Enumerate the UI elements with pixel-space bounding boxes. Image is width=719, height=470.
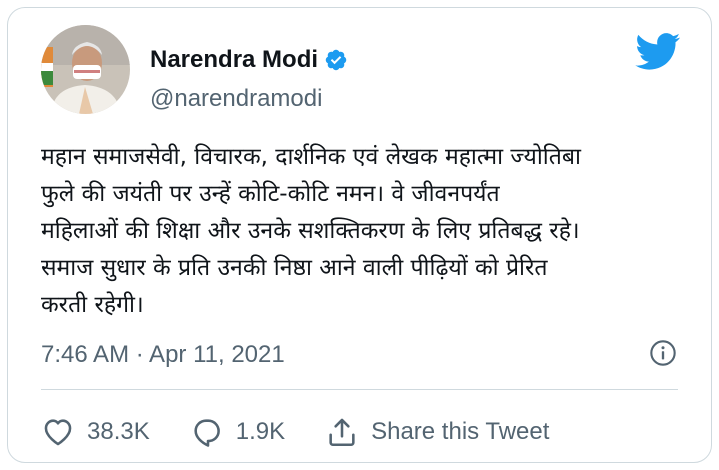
like-count: 38.3K: [87, 418, 150, 445]
verified-badge-icon: [325, 49, 347, 71]
share-label: Share this Tweet: [371, 418, 550, 445]
info-icon[interactable]: [649, 339, 677, 367]
tweet-text-line: महिलाओं की शिक्षा और उनके सशक्तिकरण के ल…: [41, 218, 580, 244]
tweet-text-line: फुले की जयंती पर उन्हें कोटि-कोटि नमन। व…: [41, 181, 500, 207]
tweet-text-line: करती रहेगी।: [41, 292, 144, 318]
reply-count: 1.9K: [235, 418, 286, 445]
like-button[interactable]: 38.3K: [41, 415, 150, 449]
avatar[interactable]: [41, 25, 130, 114]
heart-icon: [44, 419, 72, 446]
tweet-card[interactable]: Narendra Modi @narendramodi महान समाजसेव…: [7, 7, 712, 463]
action-bar: 38.3K 1.9K Share this Tweet: [41, 412, 549, 452]
author-handle[interactable]: @narendramodi: [150, 85, 322, 113]
reply-button[interactable]: 1.9K: [190, 415, 285, 449]
share-button[interactable]: Share this Tweet: [325, 415, 549, 449]
tweet-text: महान समाजसेवी, विचारक, दार्शनिक एवं लेखक…: [41, 139, 681, 324]
tweet-timestamp[interactable]: 7:46 AM · Apr 11, 2021: [41, 341, 285, 369]
divider: [41, 389, 678, 390]
twitter-bird-icon[interactable]: [635, 33, 681, 71]
author-name-row[interactable]: Narendra Modi: [150, 46, 348, 74]
speech-bubble-icon: [194, 419, 220, 447]
author-name[interactable]: Narendra Modi: [150, 46, 318, 74]
tweet-text-line: समाज सुधार के प्रति उनकी निष्ठा आने वाली…: [41, 255, 548, 281]
tweet-text-line: महान समाजसेवी, विचारक, दार्शनिक एवं लेखक…: [41, 144, 581, 170]
share-upload-icon: [329, 418, 355, 447]
